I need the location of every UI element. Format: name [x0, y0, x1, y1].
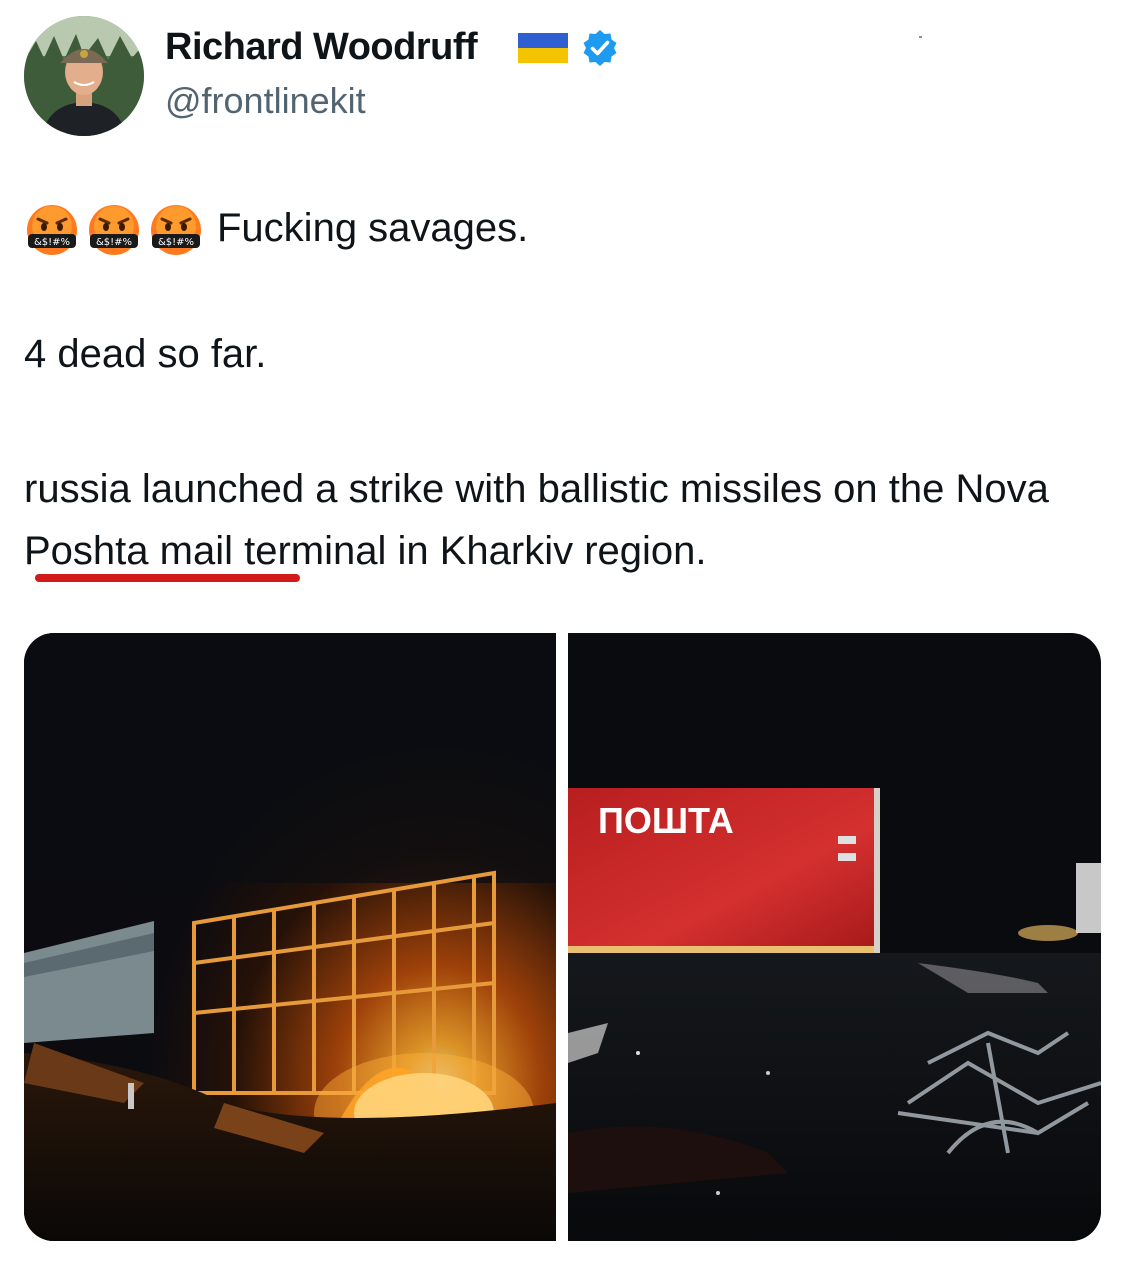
- svg-text:&$!#%: &$!#%: [34, 237, 70, 248]
- face-with-symbols-on-mouth-icon: &$!#%: [151, 205, 201, 255]
- verified-badge-icon: [583, 30, 617, 66]
- ukraine-flag-icon: [518, 33, 568, 63]
- red-underline-annotation: [35, 574, 300, 582]
- author-handle[interactable]: @frontlinekit: [165, 80, 366, 122]
- tweet-photo-2[interactable]: ПОШТА: [568, 633, 1101, 1241]
- tweet-line-3: russia launched a strike with ballistic …: [24, 467, 1049, 573]
- svg-text:ПОШТА: ПОШТА: [598, 800, 734, 841]
- more-options-icon[interactable]: [919, 36, 922, 38]
- tweet-photo-1[interactable]: [24, 633, 556, 1241]
- tweet-line-1: Fucking savages.: [217, 206, 529, 250]
- tweet-line-2: 4 dead so far.: [24, 332, 267, 376]
- face-with-symbols-on-mouth-icon: &$!#%: [27, 205, 77, 255]
- author-name[interactable]: Richard Woodruff: [165, 26, 478, 69]
- svg-text:&$!#%: &$!#%: [96, 237, 132, 248]
- svg-text:&$!#%: &$!#%: [158, 237, 194, 248]
- face-with-symbols-on-mouth-icon: &$!#%: [89, 205, 139, 255]
- author-avatar[interactable]: [24, 16, 144, 136]
